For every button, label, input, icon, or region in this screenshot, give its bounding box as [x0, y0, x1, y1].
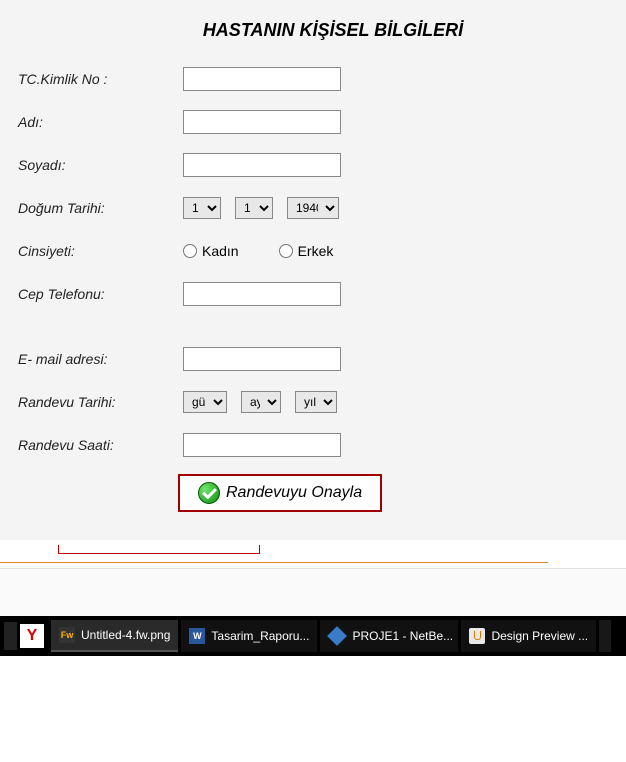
form-container: HASTANIN KİŞİSEL BİLGİLERİ TC.Kimlik No …	[0, 0, 626, 540]
taskbar-item-word[interactable]: W Tasarim_Raporu...	[181, 620, 317, 652]
row-dogum: Doğum Tarihi: 1 1 1940	[18, 194, 608, 222]
content-bottom	[0, 568, 626, 616]
fireworks-icon: Fw	[59, 627, 75, 643]
appointment-date-group: gün ay yıl	[183, 391, 337, 413]
label-cep: Cep Telefonu:	[18, 286, 183, 302]
row-randevu-tarihi: Randevu Tarihi: gün ay yıl	[18, 388, 608, 416]
label-randevu-saati: Randevu Saati:	[18, 437, 183, 453]
gender-kadin-label: Kadın	[202, 243, 239, 259]
appointment-year-select[interactable]: yıl	[295, 391, 337, 413]
taskbar-item-label: Design Preview ...	[491, 629, 588, 643]
label-soyadi: Soyadı:	[18, 157, 183, 173]
page-title: HASTANIN KİŞİSEL BİLGİLERİ	[18, 20, 608, 41]
word-icon: W	[189, 628, 205, 644]
taskbar-right-edge	[599, 620, 611, 652]
row-cinsiyet: Cinsiyeti: Kadın Erkek	[18, 237, 608, 265]
label-adi: Adı:	[18, 114, 183, 130]
row-randevu-saati: Randevu Saati:	[18, 431, 608, 459]
taskbar: Y Fw Untitled-4.fw.png W Tasarim_Raporu.…	[0, 616, 626, 656]
row-tc: TC.Kimlik No :	[18, 65, 608, 93]
birth-year-select[interactable]: 1940	[287, 197, 339, 219]
gender-erkek-option[interactable]: Erkek	[279, 243, 334, 259]
taskbar-item-label: Tasarim_Raporu...	[211, 629, 309, 643]
gender-kadin-radio[interactable]	[183, 244, 197, 258]
appointment-month-select[interactable]: ay	[241, 391, 281, 413]
tc-input[interactable]	[183, 67, 341, 91]
label-cinsiyet: Cinsiyeti:	[18, 243, 183, 259]
bottom-white-area	[0, 656, 626, 762]
yandex-icon[interactable]: Y	[20, 624, 44, 648]
label-tc: TC.Kimlik No :	[18, 71, 183, 87]
label-randevu-tarihi: Randevu Tarihi:	[18, 394, 183, 410]
label-email: E- mail adresi:	[18, 351, 183, 367]
taskbar-left-edge	[4, 622, 17, 650]
gender-erkek-radio[interactable]	[279, 244, 293, 258]
check-icon	[198, 482, 220, 504]
netbeans-icon	[328, 626, 348, 646]
confirm-button-label: Randevuyu Onayla	[226, 484, 362, 502]
taskbar-item-label: Untitled-4.fw.png	[81, 628, 170, 642]
below-section	[0, 540, 626, 568]
taskbar-item-fireworks[interactable]: Fw Untitled-4.fw.png	[51, 620, 178, 652]
soyadi-input[interactable]	[183, 153, 341, 177]
java-icon	[469, 628, 485, 644]
row-soyadi: Soyadı:	[18, 151, 608, 179]
label-dogum: Doğum Tarihi:	[18, 200, 183, 216]
randevu-saati-input[interactable]	[183, 433, 341, 457]
orange-divider	[0, 562, 548, 563]
birthdate-group: 1 1 1940	[183, 197, 339, 219]
taskbar-item-label: PROJE1 - NetBe...	[352, 629, 453, 643]
gender-kadin-option[interactable]: Kadın	[183, 243, 239, 259]
taskbar-item-java[interactable]: Design Preview ...	[461, 620, 596, 652]
confirm-button[interactable]: Randevuyu Onayla	[178, 474, 382, 512]
gender-erkek-label: Erkek	[298, 243, 334, 259]
row-email: E- mail adresi:	[18, 345, 608, 373]
birth-month-select[interactable]: 1	[235, 197, 273, 219]
adi-input[interactable]	[183, 110, 341, 134]
row-cep: Cep Telefonu:	[18, 280, 608, 308]
birth-day-select[interactable]: 1	[183, 197, 221, 219]
gender-group: Kadın Erkek	[183, 243, 333, 259]
email-input[interactable]	[183, 347, 341, 371]
row-adi: Adı:	[18, 108, 608, 136]
cep-input[interactable]	[183, 282, 341, 306]
red-outline-fragment	[58, 545, 260, 554]
taskbar-item-netbeans[interactable]: PROJE1 - NetBe...	[320, 620, 458, 652]
appointment-day-select[interactable]: gün	[183, 391, 227, 413]
spacer	[18, 323, 608, 345]
